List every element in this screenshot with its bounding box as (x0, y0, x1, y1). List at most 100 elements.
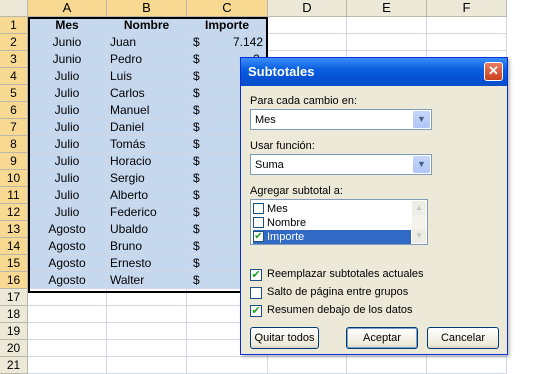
column-header-b[interactable]: B (107, 0, 187, 17)
column-title-cell[interactable]: Importe (187, 17, 268, 34)
sheet-cell[interactable]: Federico (107, 204, 187, 221)
checkbox[interactable]: ✔ (253, 231, 264, 242)
sheet-cell[interactable] (28, 323, 107, 340)
sheet-cell[interactable]: Carlos (107, 85, 187, 102)
function-select[interactable]: Suma ▼ (250, 154, 432, 175)
list-scrollbar[interactable]: ▲ ▼ (412, 201, 426, 243)
sheet-cell[interactable]: Tomás (107, 136, 187, 153)
sheet-cell[interactable]: Agosto (28, 255, 107, 272)
sheet-cell[interactable] (107, 340, 187, 357)
sheet-cell[interactable]: $7.142 (187, 34, 268, 51)
row-header[interactable]: 7 (0, 119, 28, 136)
chevron-down-icon[interactable]: ▼ (413, 156, 430, 173)
ok-button[interactable]: Aceptar (346, 327, 418, 349)
sheet-cell[interactable]: Agosto (28, 221, 107, 238)
checkbox[interactable] (253, 217, 264, 228)
sheet-cell[interactable]: Bruno (107, 238, 187, 255)
sheet-cell[interactable] (187, 357, 268, 374)
sheet-cell[interactable]: Julio (28, 170, 107, 187)
list-item-importe[interactable]: ✔ Importe (253, 230, 411, 244)
row-header[interactable]: 11 (0, 187, 28, 204)
row-header[interactable]: 17 (0, 289, 28, 306)
sheet-cell[interactable] (107, 289, 187, 306)
column-header-a[interactable]: A (28, 0, 107, 17)
sheet-cell[interactable] (107, 357, 187, 374)
sheet-cell[interactable]: Junio (28, 51, 107, 68)
row-header[interactable]: 9 (0, 153, 28, 170)
sheet-cell[interactable]: Julio (28, 153, 107, 170)
checkbox[interactable] (253, 203, 264, 214)
close-button[interactable]: ✕ (484, 62, 503, 81)
column-title-cell[interactable]: Nombre (107, 17, 187, 34)
sheet-cell[interactable]: Julio (28, 136, 107, 153)
sheet-cell[interactable] (347, 357, 427, 374)
list-item-nombre[interactable]: Nombre (253, 216, 411, 230)
scroll-down-icon[interactable]: ▼ (412, 229, 426, 243)
sheet-cell[interactable] (268, 34, 347, 51)
sheet-cell[interactable]: Agosto (28, 272, 107, 289)
sheet-cell[interactable] (427, 17, 507, 34)
sheet-cell[interactable] (28, 289, 107, 306)
add-subtotal-list[interactable]: Mes Nombre ✔ Importe ▲ ▼ (250, 199, 428, 245)
sheet-cell[interactable]: Alberto (107, 187, 187, 204)
sheet-cell[interactable]: Walter (107, 272, 187, 289)
sheet-cell[interactable]: Daniel (107, 119, 187, 136)
row-header[interactable]: 8 (0, 136, 28, 153)
column-header-e[interactable]: E (347, 0, 427, 17)
column-header-d[interactable]: D (268, 0, 347, 17)
change-field-select[interactable]: Mes ▼ (250, 109, 432, 130)
sheet-cell[interactable]: Sergio (107, 170, 187, 187)
sheet-cell[interactable]: Julio (28, 187, 107, 204)
sheet-cell[interactable] (107, 323, 187, 340)
select-all-corner[interactable] (0, 0, 28, 17)
row-header[interactable]: 21 (0, 357, 28, 374)
row-header[interactable]: 13 (0, 221, 28, 238)
row-header[interactable]: 18 (0, 306, 28, 323)
row-header[interactable]: 2 (0, 34, 28, 51)
column-header-c[interactable]: C (187, 0, 268, 17)
row-header[interactable]: 15 (0, 255, 28, 272)
sheet-cell[interactable]: Julio (28, 68, 107, 85)
list-item-mes[interactable]: Mes (253, 202, 411, 216)
row-header[interactable]: 12 (0, 204, 28, 221)
row-header[interactable]: 19 (0, 323, 28, 340)
row-header[interactable]: 16 (0, 272, 28, 289)
sheet-cell[interactable]: Julio (28, 85, 107, 102)
sheet-cell[interactable]: Ernesto (107, 255, 187, 272)
row-header[interactable]: 10 (0, 170, 28, 187)
sheet-cell[interactable]: Agosto (28, 238, 107, 255)
sheet-cell[interactable] (347, 34, 427, 51)
checkbox[interactable]: ✔ (250, 269, 262, 281)
sheet-cell[interactable] (347, 17, 427, 34)
cancel-button[interactable]: Cancelar (427, 327, 499, 349)
column-header-f[interactable]: F (427, 0, 507, 17)
sheet-cell[interactable] (28, 306, 107, 323)
sheet-cell[interactable]: Julio (28, 204, 107, 221)
sheet-cell[interactable]: Manuel (107, 102, 187, 119)
row-header[interactable]: 1 (0, 17, 28, 34)
scroll-up-icon[interactable]: ▲ (412, 201, 426, 215)
row-header[interactable]: 6 (0, 102, 28, 119)
sheet-cell[interactable] (28, 357, 107, 374)
remove-all-button[interactable]: Quitar todos (250, 327, 319, 349)
dialog-title-bar[interactable]: Subtotales ✕ (241, 58, 507, 86)
sheet-cell[interactable]: Julio (28, 102, 107, 119)
sheet-cell[interactable] (427, 357, 507, 374)
row-header[interactable]: 3 (0, 51, 28, 68)
sheet-cell[interactable]: Junio (28, 34, 107, 51)
sheet-cell[interactable]: Horacio (107, 153, 187, 170)
sheet-cell[interactable] (427, 34, 507, 51)
row-header[interactable]: 4 (0, 68, 28, 85)
sheet-cell[interactable]: Pedro (107, 51, 187, 68)
sheet-cell[interactable]: Luis (107, 68, 187, 85)
checkbox[interactable] (250, 287, 262, 299)
sheet-cell[interactable] (28, 340, 107, 357)
chevron-down-icon[interactable]: ▼ (413, 111, 430, 128)
row-header[interactable]: 5 (0, 85, 28, 102)
sheet-cell[interactable] (107, 306, 187, 323)
checkbox[interactable]: ✔ (250, 305, 262, 317)
column-title-cell[interactable]: Mes (28, 17, 107, 34)
row-header[interactable]: 20 (0, 340, 28, 357)
sheet-cell[interactable]: Julio (28, 119, 107, 136)
sheet-cell[interactable] (268, 357, 347, 374)
